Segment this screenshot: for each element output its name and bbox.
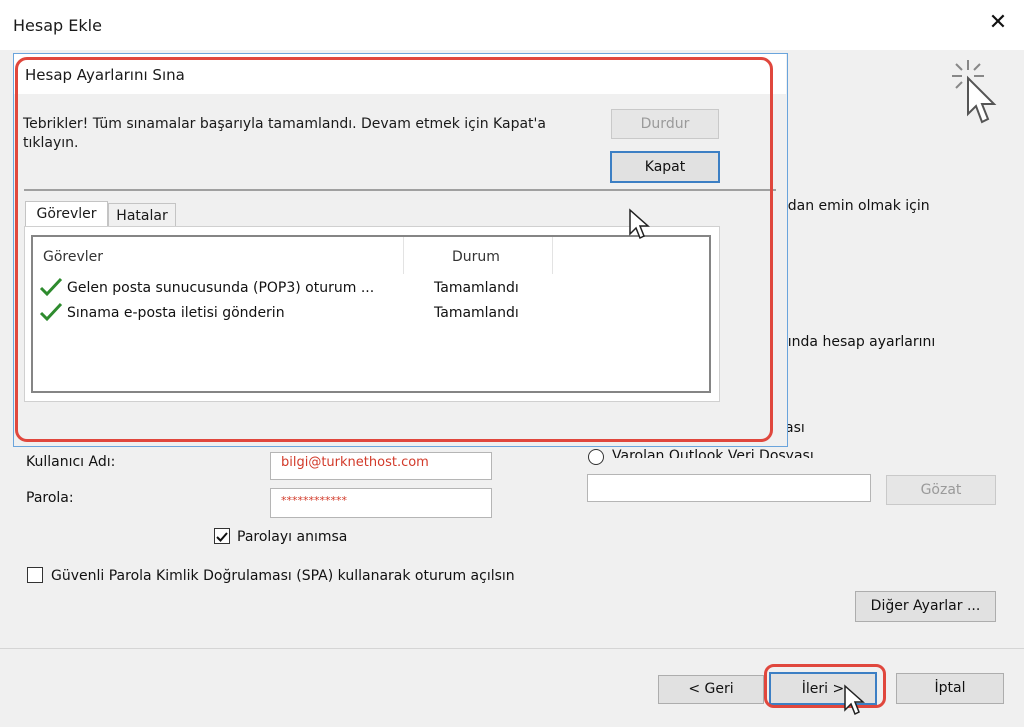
username-field[interactable]: bilgi@turknethost.com — [270, 452, 492, 480]
title-bar — [0, 0, 1024, 50]
password-field[interactable]: ************ — [270, 488, 492, 518]
next-button-highlight — [764, 664, 886, 708]
spa-label: Güvenli Parola Kimlik Doğrulaması (SPA) … — [51, 568, 515, 584]
background-text-1: ından emin olmak için — [775, 198, 930, 214]
background-text-2: ığında hesap ayarlarını — [775, 334, 936, 350]
existing-data-file-label: Varolan Outlook Veri Dosyası — [612, 448, 814, 458]
checkmark-icon — [216, 532, 228, 542]
browse-button[interactable]: Gözat — [886, 475, 996, 505]
dialog-highlight — [15, 57, 773, 442]
remember-password-label: Parolayı anımsa — [237, 529, 348, 545]
more-settings-button[interactable]: Diğer Ayarlar ... — [855, 591, 996, 622]
existing-data-file-radio[interactable] — [588, 449, 604, 465]
data-file-path-input[interactable] — [587, 474, 871, 502]
password-label: Parola: — [26, 490, 74, 506]
window-title: Hesap Ekle — [13, 16, 102, 35]
close-icon[interactable]: ✕ — [985, 10, 1011, 36]
mouse-cursor-icon — [844, 684, 865, 716]
spa-checkbox[interactable] — [27, 567, 43, 583]
remember-password-checkbox[interactable] — [214, 528, 230, 544]
footer-separator — [0, 648, 1024, 649]
back-button[interactable]: < Geri — [658, 675, 764, 704]
cursor-sparkle-icon — [952, 60, 997, 124]
cancel-button[interactable]: İptal — [896, 673, 1004, 704]
username-label: Kullanıcı Adı: — [26, 454, 116, 468]
